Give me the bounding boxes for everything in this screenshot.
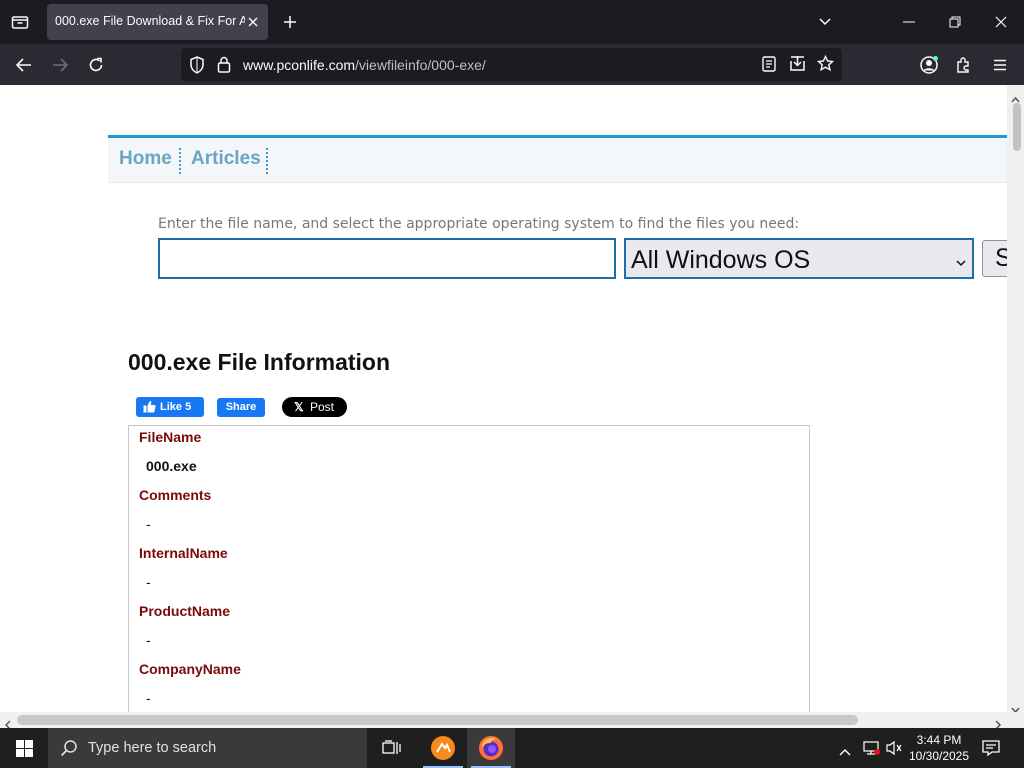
field-value-companyname: - xyxy=(146,690,151,706)
new-tab-icon[interactable] xyxy=(279,11,301,33)
nav-link-home[interactable]: Home xyxy=(119,148,172,170)
field-label-filename: FileName xyxy=(139,429,202,445)
reload-icon[interactable] xyxy=(83,52,109,78)
search-button[interactable]: S xyxy=(982,240,1007,277)
site-nav-bar: Home Articles xyxy=(108,135,1007,183)
field-label-comments: Comments xyxy=(139,487,212,503)
browser-tab-active[interactable]: 000.exe File Download & Fix For All xyxy=(47,4,268,40)
os-select[interactable]: All Windows OS xyxy=(624,238,974,279)
x-post-button[interactable]: 𝕏 Post xyxy=(282,397,347,417)
extensions-icon[interactable] xyxy=(951,52,977,78)
chevron-down-icon[interactable] xyxy=(814,11,836,33)
vertical-scrollbar[interactable] xyxy=(1007,85,1024,714)
tab-list-icon[interactable] xyxy=(8,10,32,34)
clock-date: 10/30/2025 xyxy=(908,749,970,763)
search-prompt-text: Enter the file name, and select the appr… xyxy=(158,216,800,232)
system-clock[interactable]: 3:44 PM 10/30/2025 xyxy=(904,732,974,764)
firefox-icon[interactable] xyxy=(467,728,515,768)
field-label-companyname: CompanyName xyxy=(139,661,241,677)
lock-icon[interactable] xyxy=(217,56,231,77)
os-select-value: All Windows OS xyxy=(631,246,811,274)
nav-separator xyxy=(179,148,181,174)
field-value-productname: - xyxy=(146,632,151,648)
show-hidden-icons-chevron-up-icon[interactable] xyxy=(839,741,851,760)
search-icon xyxy=(60,739,78,761)
clock-time: 3:44 PM xyxy=(916,733,962,747)
field-value-internalname: - xyxy=(146,574,151,590)
restore-icon[interactable] xyxy=(932,0,978,44)
field-value-comments: - xyxy=(146,516,151,532)
page-viewport: Home Articles Enter the file name, and s… xyxy=(0,85,1007,712)
thumbs-up-icon xyxy=(143,400,156,416)
menu-icon[interactable] xyxy=(987,52,1013,78)
x-logo-icon: 𝕏 xyxy=(294,400,304,414)
url-host: www.pconlife.com xyxy=(243,57,356,73)
field-value-filename: 000.exe xyxy=(146,458,197,474)
url-path: /viewfileinfo/000-exe/ xyxy=(355,57,486,73)
close-window-icon[interactable] xyxy=(978,0,1024,44)
like-label: Like 5 xyxy=(160,401,192,413)
url-bar[interactable]: www.pconlife.com/viewfileinfo/000-exe/ xyxy=(181,48,842,81)
search-button-label: S xyxy=(995,244,1007,272)
browser-tab-bar: 000.exe File Download & Fix For All xyxy=(0,0,1024,44)
back-icon[interactable] xyxy=(11,52,37,78)
search-input[interactable] xyxy=(158,238,616,279)
close-tab-icon[interactable] xyxy=(244,13,262,31)
browser-nav-bar: www.pconlife.com/viewfileinfo/000-exe/ xyxy=(0,44,1024,85)
forward-icon[interactable] xyxy=(47,52,73,78)
task-view-icon[interactable] xyxy=(368,728,416,768)
horizontal-scrollbar[interactable] xyxy=(0,712,1024,730)
post-label: Post xyxy=(310,400,335,414)
save-to-pocket-icon[interactable] xyxy=(789,55,806,76)
reader-view-icon[interactable] xyxy=(762,56,776,76)
bookmark-star-icon[interactable] xyxy=(816,54,835,76)
field-label-internalname: InternalName xyxy=(139,545,228,561)
notifications-icon[interactable] xyxy=(982,739,1000,761)
chevron-down-icon xyxy=(956,252,966,271)
taskbar: Type here to search 3:44 PM 10/30/2025 xyxy=(0,728,1024,768)
windows-start-icon[interactable] xyxy=(0,728,48,768)
account-icon[interactable] xyxy=(916,52,942,78)
file-info-table: FileName 000.exe Comments - InternalName… xyxy=(128,425,810,712)
shield-icon[interactable] xyxy=(189,56,205,78)
facebook-like-button[interactable]: Like 5 xyxy=(136,397,204,417)
app-icon-orange[interactable] xyxy=(419,728,467,768)
taskbar-search-placeholder: Type here to search xyxy=(88,740,217,756)
vertical-scroll-thumb[interactable] xyxy=(1013,103,1021,151)
url-text[interactable]: www.pconlife.com/viewfileinfo/000-exe/ xyxy=(243,57,486,73)
tab-title: 000.exe File Download & Fix For All xyxy=(55,14,245,28)
page-title: 000.exe File Information xyxy=(128,349,391,375)
horizontal-scroll-thumb[interactable] xyxy=(17,715,858,725)
network-icon[interactable] xyxy=(862,740,880,760)
facebook-share-button[interactable]: Share xyxy=(217,398,265,417)
nav-separator xyxy=(266,148,268,174)
minimize-icon[interactable] xyxy=(886,0,932,44)
taskbar-search-box[interactable]: Type here to search xyxy=(48,728,367,768)
field-label-productname: ProductName xyxy=(139,603,231,619)
volume-muted-icon[interactable] xyxy=(885,740,903,760)
nav-link-articles[interactable]: Articles xyxy=(191,148,261,170)
